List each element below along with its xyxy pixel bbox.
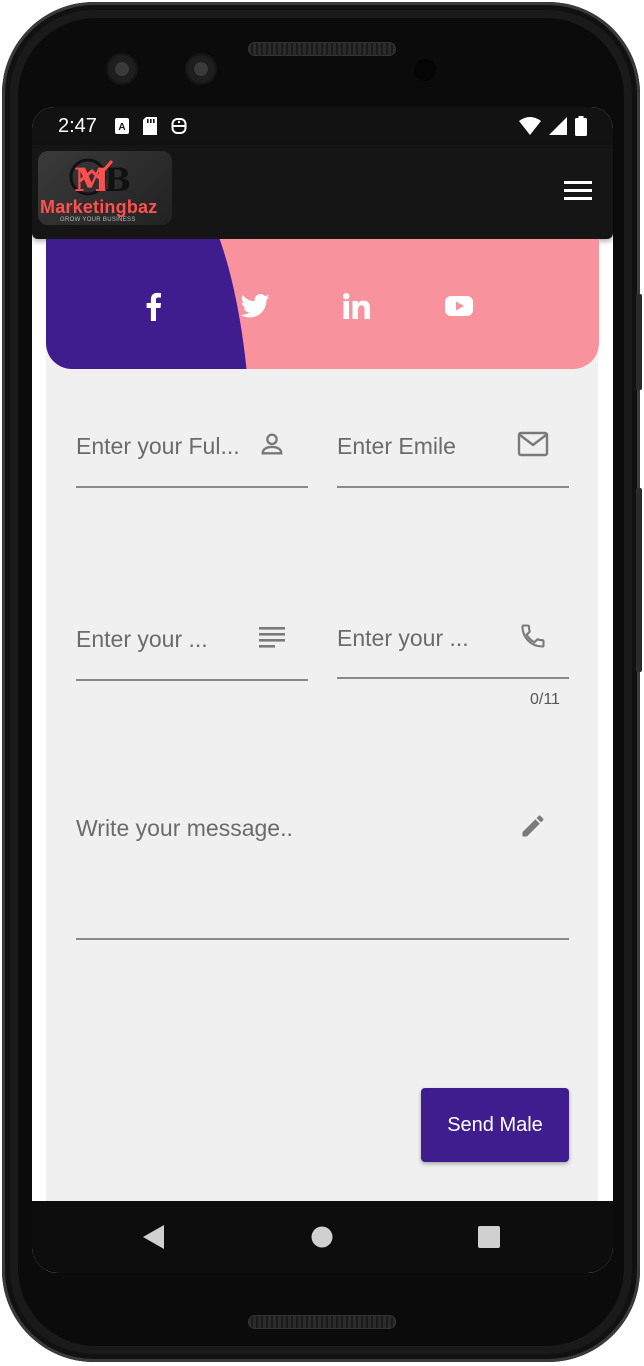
status-bar: 2:47 A [32,107,613,145]
person-icon [255,427,289,461]
send-button[interactable]: Send Male [421,1088,569,1162]
message-underline [76,938,569,940]
nav-recents-button[interactable] [475,1223,503,1251]
svg-text:A: A [118,122,125,133]
logo-mark-icon: M B [60,157,140,202]
phone-frame: 2:47 A M B Marketingbaz GROW YOUR BUSINE… [2,2,642,1362]
hamburger-menu-icon [564,181,592,200]
youtube-icon[interactable] [444,291,474,321]
proximity-sensor-icon [414,59,436,81]
full-name-underline [76,486,308,488]
email-underline [337,486,569,488]
menu-button[interactable] [561,173,595,207]
home-circle-icon [311,1226,333,1248]
facebook-icon[interactable] [138,291,168,321]
edit-pencil-icon [516,809,550,843]
full-name-field[interactable]: Enter your Ful... [76,427,308,489]
full-name-placeholder: Enter your Ful... [76,433,240,459]
back-triangle-icon [143,1225,164,1249]
notes-icon [255,620,289,654]
app-logo[interactable]: M B Marketingbaz GROW YOUR BUSINESS [38,151,172,225]
app-screen: 2:47 A M B Marketingbaz GROW YOUR BUSINE… [32,107,613,1273]
bottom-speaker [248,1315,396,1329]
phone-char-counter: 0/11 [530,691,560,708]
wifi-icon [519,117,541,135]
signal-icon [549,117,567,135]
nav-back-button[interactable] [140,1223,168,1251]
email-field[interactable]: Enter Emile [337,427,569,489]
volume-button [636,488,642,672]
nav-home-button[interactable] [308,1223,336,1251]
twitter-icon[interactable] [240,291,270,321]
logo-tagline: GROW YOUR BUSINESS [60,217,136,223]
subject-placeholder: Enter your ... [76,626,208,652]
phone-field[interactable]: Enter your ... [337,619,569,681]
social-links-card [46,239,599,369]
app-notification-icon: A [114,118,129,134]
recents-square-icon [478,1226,500,1248]
app-bar: M B Marketingbaz GROW YOUR BUSINESS [32,145,613,239]
robot-notification-icon [171,117,187,135]
status-time: 2:47 [58,114,97,137]
front-camera-icon [106,53,138,85]
logo-text: Marketingbaz [40,197,158,217]
subject-field[interactable]: Enter your ... [76,620,308,682]
linkedin-icon[interactable] [342,291,372,321]
email-placeholder: Enter Emile [337,433,456,459]
power-button [636,294,642,390]
system-nav-bar [32,1201,613,1273]
message-field[interactable]: Write your message.. [76,809,569,941]
phone-underline [337,677,569,679]
battery-icon [575,116,587,136]
mail-icon [516,427,550,461]
phone-icon [516,619,550,653]
subject-underline [76,679,308,681]
top-speaker [248,42,396,56]
message-placeholder: Write your message.. [76,815,293,841]
phone-placeholder: Enter your ... [337,625,469,651]
sd-card-icon [142,117,157,135]
front-sensor-icon [185,53,217,85]
